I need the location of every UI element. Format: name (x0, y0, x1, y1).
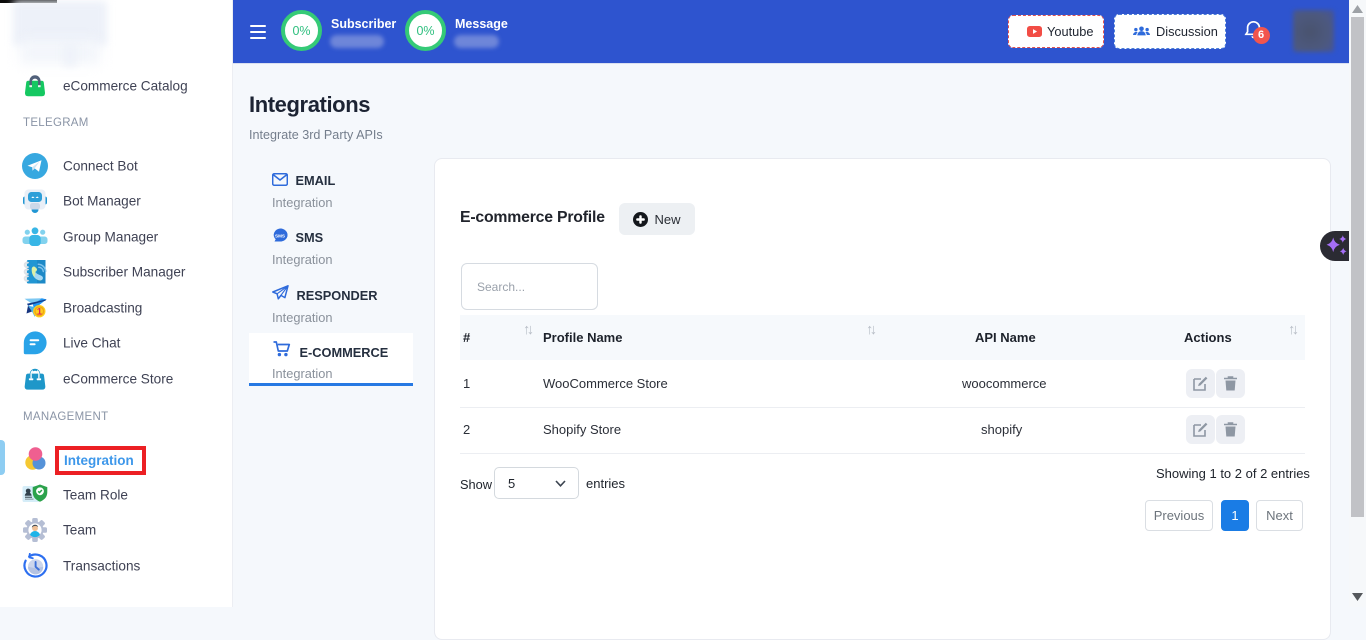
svg-text:SMS: SMS (275, 234, 285, 239)
svg-text:1: 1 (37, 307, 43, 318)
